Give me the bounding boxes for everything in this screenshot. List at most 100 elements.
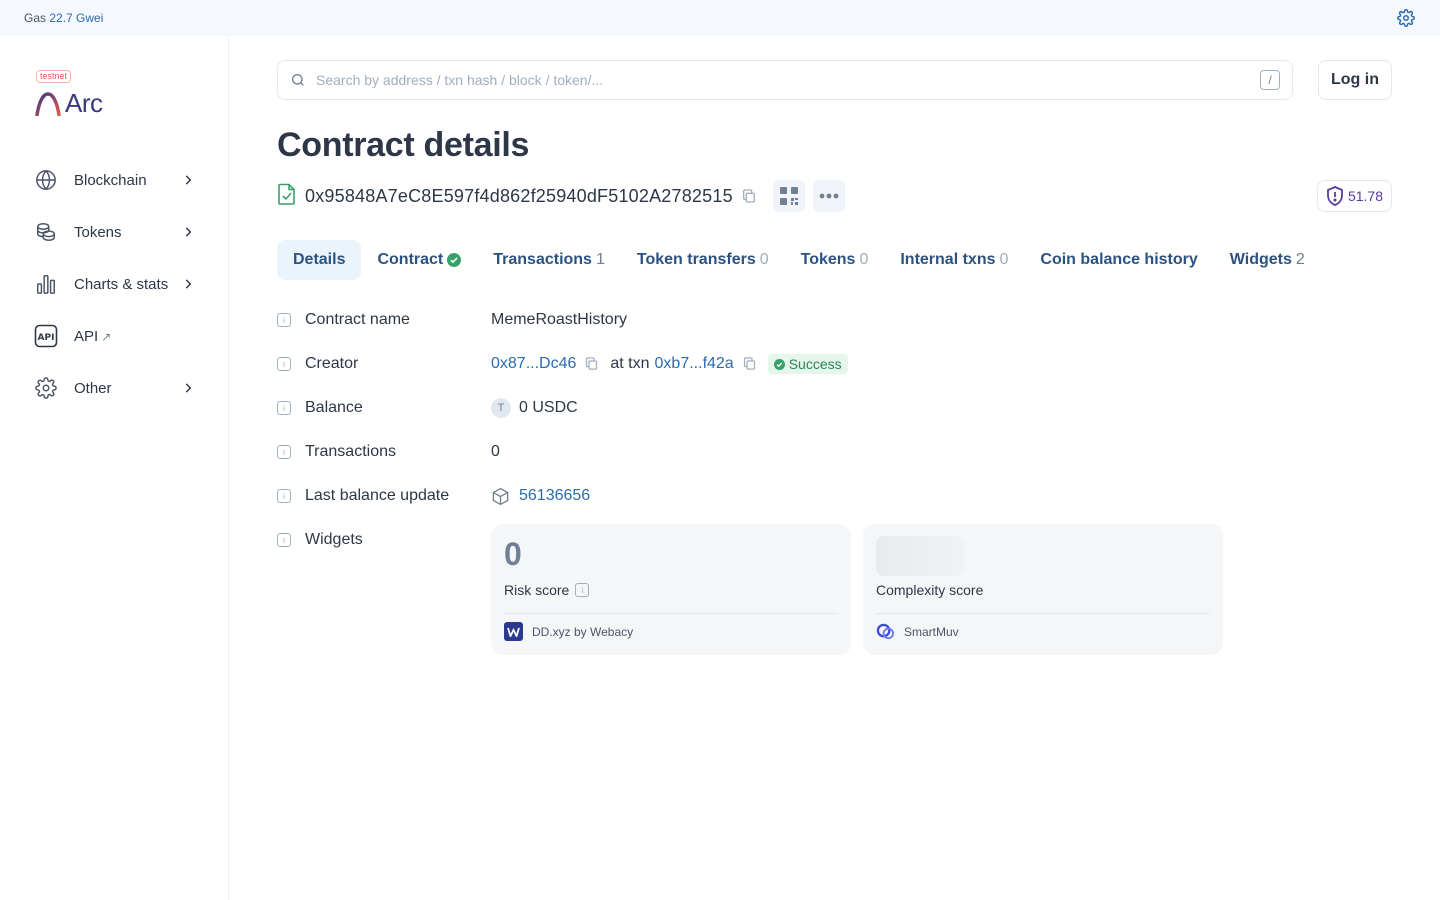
detail-row-transactions: i Transactions 0 [277, 430, 1277, 474]
detail-label: Creator [305, 355, 359, 372]
tab-coin-balance-history[interactable]: Coin balance history [1024, 240, 1213, 280]
info-icon[interactable]: i [277, 489, 291, 503]
tab-transactions[interactable]: Transactions 1 [477, 240, 621, 280]
contract-verified-icon [277, 183, 297, 210]
sidebar: testnet Arc Blockchain Tokens Charts & s… [0, 36, 229, 900]
tab-label: Internal txns [900, 251, 996, 268]
gear-icon [34, 376, 58, 400]
risk-score-widget[interactable]: 0 Risk score i DD.xyz by Webacy [491, 524, 851, 655]
sidebar-item-charts-stats[interactable]: Charts & stats [34, 258, 196, 310]
globe-icon [34, 168, 58, 192]
detail-row-creator: i Creator 0x87...Dc46 at txn 0xb7...f42a … [277, 342, 1277, 386]
risk-score-value: 0 [504, 536, 522, 572]
api-icon: API [34, 324, 58, 348]
tab-count: 0 [999, 251, 1009, 268]
tab-label: Details [293, 251, 346, 268]
detail-row-last-balance-update: i Last balance update 56136656 [277, 474, 1277, 518]
tab-label: Token transfers [636, 251, 756, 268]
sidebar-item-label: Blockchain [74, 171, 147, 189]
widget-label: Complexity score [876, 582, 984, 598]
security-score-button[interactable]: 51.78 [1317, 180, 1392, 212]
token-icon: T [491, 398, 511, 418]
widget-cards: 0 Risk score i DD.xyz by Webacy Complexit… [491, 524, 1223, 655]
brand-name: Arc [65, 88, 103, 118]
security-score-value: 51.78 [1347, 188, 1384, 204]
tab-tokens[interactable]: Tokens 0 [785, 240, 885, 280]
complexity-score-widget[interactable]: Complexity score SmartMuv [863, 524, 1223, 655]
tab-label: Contract [377, 251, 444, 268]
search-shortcut-hint: / [1260, 70, 1280, 90]
bar-chart-icon [34, 272, 58, 296]
tab-contract[interactable]: Contract [361, 240, 477, 280]
detail-label: Contract name [305, 311, 410, 328]
sidebar-item-label: API ↗ [74, 328, 196, 345]
gas-value[interactable]: 22.7 Gwei [49, 11, 103, 25]
tab-bar: Details Contract Transactions 1 Token tra… [277, 240, 1321, 280]
sidebar-item-blockchain[interactable]: Blockchain [34, 154, 196, 206]
copy-icon[interactable] [741, 188, 757, 204]
tab-count: 0 [759, 251, 769, 268]
transactions-value: 0 [491, 443, 500, 460]
detail-label: Transactions [305, 443, 396, 460]
tab-label: Transactions [493, 251, 592, 268]
contract-name-value: MemeRoastHistory [491, 311, 628, 328]
detail-label: Last balance update [305, 487, 450, 504]
info-icon[interactable]: i [277, 313, 291, 327]
sidebar-item-tokens[interactable]: Tokens [34, 206, 196, 258]
loading-skeleton [876, 536, 964, 576]
info-icon[interactable]: i [575, 583, 590, 597]
widget-source[interactable]: DD.xyz by Webacy [532, 625, 633, 639]
shield-icon [1327, 186, 1343, 206]
login-button[interactable]: Log in [1318, 60, 1392, 100]
more-options-button[interactable] [812, 180, 845, 212]
tab-label: Coin balance history [1040, 251, 1198, 268]
detail-label: Widgets [305, 531, 363, 548]
settings-gear-icon[interactable] [1396, 8, 1416, 28]
api-label: API [74, 327, 99, 345]
status-text: Success [788, 356, 842, 372]
sidebar-item-label: Other [74, 379, 112, 397]
sidebar-item-other[interactable]: Other [34, 362, 196, 414]
divider [504, 613, 838, 614]
detail-row-balance: i Balance T 0 USDC [277, 386, 1277, 430]
arc-logo-icon [35, 91, 61, 116]
copy-icon[interactable] [742, 356, 758, 372]
block-cube-icon [491, 487, 510, 506]
tab-label: Tokens [800, 251, 856, 268]
sidebar-item-label: Tokens [74, 223, 122, 241]
tab-token-transfers[interactable]: Token transfers 0 [621, 240, 785, 280]
coins-icon [34, 220, 58, 244]
tab-label: Widgets [1229, 251, 1292, 268]
info-icon[interactable]: i [277, 445, 291, 459]
testnet-badge: testnet [36, 70, 72, 83]
external-link-icon: ↗ [101, 329, 112, 344]
top-bar: Gas 22.7 Gwei [0, 0, 1440, 36]
chevron-right-icon [180, 380, 196, 396]
chevron-right-icon [180, 276, 196, 292]
tab-widgets[interactable]: Widgets 2 [1214, 240, 1321, 280]
copy-icon[interactable] [584, 356, 600, 372]
widget-label: Risk score [504, 582, 570, 598]
sidebar-nav: Blockchain Tokens Charts & stats API API… [34, 154, 196, 414]
search-bar[interactable]: / [277, 60, 1293, 100]
widget-source[interactable]: SmartMuv [904, 625, 959, 639]
sidebar-item-api[interactable]: API API ↗ [34, 310, 196, 362]
info-icon[interactable]: i [277, 357, 291, 371]
chevron-right-icon [180, 172, 196, 188]
search-icon [290, 72, 306, 88]
block-number-link[interactable]: 56136656 [519, 487, 590, 505]
contract-address[interactable]: 0x95848A7eC8E597f4d862f25940dF5102A27825… [305, 186, 733, 207]
svg-text:API: API [38, 333, 55, 343]
tab-details[interactable]: Details [277, 240, 362, 280]
sidebar-item-label: Charts & stats [74, 275, 169, 293]
balance-value: 0 USDC [519, 399, 578, 416]
info-icon[interactable]: i [277, 533, 291, 547]
info-icon[interactable]: i [277, 401, 291, 415]
tab-count: 1 [595, 251, 605, 268]
search-input[interactable] [316, 72, 1260, 88]
creator-address-link[interactable]: 0x87...Dc46 [491, 355, 576, 373]
more-horizontal-icon [819, 193, 839, 199]
tab-internal-txns[interactable]: Internal txns 0 [884, 240, 1024, 280]
creation-txn-link[interactable]: 0xb7...f42a [655, 355, 734, 373]
qr-code-button[interactable] [772, 180, 805, 212]
